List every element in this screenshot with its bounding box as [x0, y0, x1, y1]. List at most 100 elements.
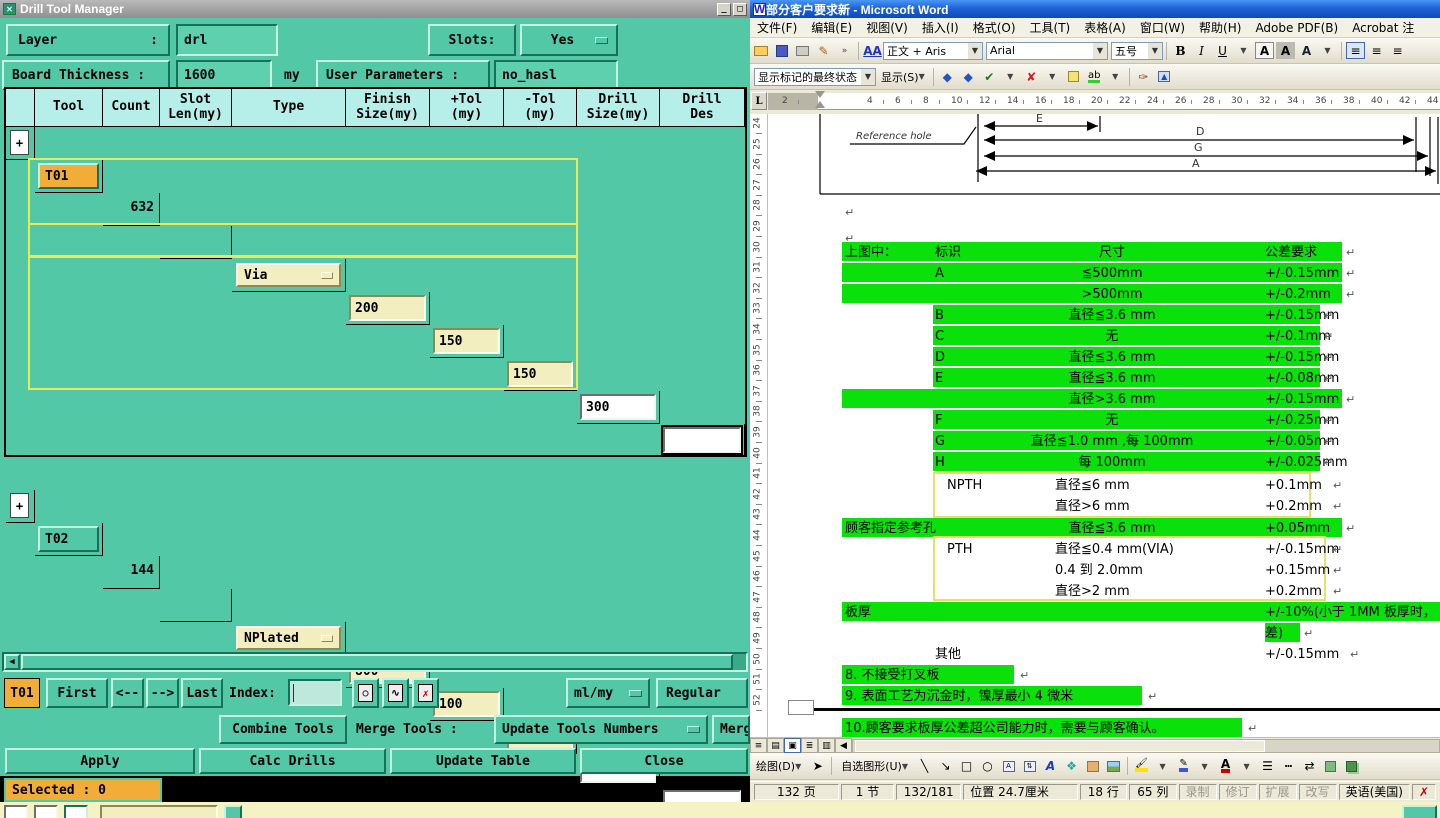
- next-button[interactable]: -->: [146, 678, 179, 708]
- fill-color-menu-icon[interactable]: ▼: [1153, 758, 1172, 775]
- character-scale-button[interactable]: A: [1297, 42, 1316, 59]
- menu-格式O[interactable]: 格式(O): [966, 17, 1023, 38]
- format-painter-icon[interactable]: ✎: [814, 42, 833, 59]
- strip-button-2[interactable]: [34, 805, 58, 818]
- slots-dropdown[interactable]: Yes: [520, 24, 618, 56]
- drill-size-input[interactable]: 300: [580, 394, 656, 420]
- web-layout-button[interactable]: ▤: [767, 738, 784, 753]
- merge-mode-dropdown[interactable]: Update Tools Numbers: [494, 715, 708, 744]
- threed-style-icon[interactable]: [1342, 758, 1361, 775]
- merge-extra-button[interactable]: Merg: [712, 715, 750, 744]
- normal-view-button[interactable]: ≡: [750, 738, 767, 753]
- row-select-icon[interactable]: +: [10, 130, 29, 155]
- horizontal-ruler[interactable]: 2 4 6 8 10 12 14 16 18 20 22 24 26 28 30 32 34 36 38 40 42 44: [768, 91, 1440, 110]
- word-hscroll-thumb[interactable]: [855, 739, 1266, 752]
- scroll-left-arrow-icon[interactable]: ◀: [4, 654, 20, 670]
- strip-button-4[interactable]: [224, 805, 242, 818]
- highlight-bulb-button[interactable]: ○: [352, 678, 379, 708]
- menu-帮助H[interactable]: 帮助(H): [1192, 17, 1248, 38]
- mode-dropdown[interactable]: Regular: [656, 678, 748, 708]
- character-border-button[interactable]: A: [1255, 42, 1274, 59]
- line-color-icon[interactable]: ✎: [1174, 758, 1193, 775]
- menu-Adobe PDFB[interactable]: Adobe PDF(B): [1248, 19, 1345, 37]
- strip-right-button[interactable]: [1402, 805, 1437, 818]
- menu-视图V[interactable]: 视图(V): [859, 17, 915, 38]
- arrow-style-icon[interactable]: ⇄: [1300, 758, 1319, 775]
- tool-button[interactable]: T01: [38, 163, 99, 189]
- scroll-left-arrow-icon[interactable]: ◀: [835, 738, 852, 753]
- reviewing-pane-icon[interactable]: ▲: [1155, 68, 1174, 85]
- menu-表格A[interactable]: 表格(A): [1077, 17, 1133, 38]
- type-dropdown[interactable]: NPlated: [236, 626, 341, 650]
- italic-button[interactable]: I: [1192, 42, 1211, 59]
- strip-input[interactable]: [100, 805, 218, 818]
- hanging-indent-marker[interactable]: [815, 101, 825, 108]
- prev-button[interactable]: <--: [111, 678, 144, 708]
- tol-input[interactable]: 100: [433, 691, 500, 717]
- autoshapes-menu[interactable]: 自选图形(U) ▼: [836, 758, 913, 775]
- line-style-icon[interactable]: ☰: [1258, 758, 1277, 775]
- strip-button-1[interactable]: [4, 805, 28, 818]
- next-change-icon[interactable]: ◆: [959, 68, 978, 85]
- dtm-hscroll-thumb[interactable]: [21, 654, 733, 670]
- menu-文件F[interactable]: 文件(F): [750, 17, 804, 38]
- first-button[interactable]: First: [46, 678, 108, 708]
- toolbar-overflow-icon[interactable]: »: [835, 42, 854, 59]
- insert-picture-icon[interactable]: [1104, 758, 1123, 775]
- word-hscrollbar[interactable]: [852, 738, 1440, 753]
- font-color-icon[interactable]: A: [1216, 758, 1235, 775]
- shadow-style-icon[interactable]: [1321, 758, 1340, 775]
- tool-button[interactable]: T02: [38, 526, 99, 552]
- type-dropdown[interactable]: Via: [236, 263, 341, 287]
- menu-Acrobat 注[interactable]: Acrobat 注: [1345, 17, 1421, 38]
- insert-comment-icon[interactable]: [1064, 68, 1083, 85]
- reject-change-icon[interactable]: ✘: [1022, 68, 1041, 85]
- wordart-icon[interactable]: A: [1041, 758, 1060, 775]
- board-thickness-input[interactable]: 1600: [176, 60, 272, 90]
- font-color-menu-icon[interactable]: ▼: [1237, 758, 1256, 775]
- reject-menu-icon[interactable]: ▼: [1043, 68, 1062, 85]
- dtm-titlebar[interactable]: ✕ Drill Tool Manager _ □: [0, 0, 750, 18]
- menu-工具T[interactable]: 工具(T): [1023, 17, 1078, 38]
- save-icon[interactable]: [772, 42, 791, 59]
- spellcheck-status-icon[interactable]: ✗: [1411, 784, 1436, 800]
- apply-button[interactable]: Apply: [5, 748, 195, 774]
- first-line-indent-marker[interactable]: [815, 91, 825, 98]
- font-combo[interactable]: Arial ▼: [986, 41, 1108, 60]
- combine-tools-button[interactable]: Combine Tools: [219, 715, 347, 744]
- show-menu[interactable]: 显示(S) ▼: [877, 68, 929, 85]
- menu-编辑E[interactable]: 编辑(E): [804, 17, 859, 38]
- layer-input[interactable]: drl: [176, 24, 278, 56]
- tol-input[interactable]: 150: [507, 361, 573, 387]
- drill-des-input[interactable]: [661, 425, 743, 455]
- maximize-button[interactable]: □: [733, 2, 747, 16]
- oval-icon[interactable]: ○: [978, 758, 997, 775]
- bold-button[interactable]: B: [1171, 42, 1190, 59]
- last-button[interactable]: Last: [181, 678, 223, 708]
- reading-view-button[interactable]: ▥: [818, 738, 835, 753]
- close-button[interactable]: Close: [580, 748, 748, 774]
- line-icon[interactable]: ╲: [915, 758, 934, 775]
- open-icon[interactable]: [751, 42, 770, 59]
- accept-change-icon[interactable]: ✔: [980, 68, 999, 85]
- units-dropdown[interactable]: ml/my: [566, 678, 650, 708]
- pan-button[interactable]: ∿: [382, 678, 409, 708]
- align-left-button[interactable]: ≡: [1346, 42, 1365, 59]
- draw-menu[interactable]: 绘图(D) ▼: [751, 758, 806, 775]
- highlight-menu-icon[interactable]: ▼: [1106, 68, 1125, 85]
- arrow-icon[interactable]: ↘: [936, 758, 955, 775]
- clear-button[interactable]: ✗: [412, 678, 439, 708]
- align-right-button[interactable]: ≡: [1388, 42, 1407, 59]
- menu-窗口W[interactable]: 窗口(W): [1133, 17, 1192, 38]
- underline-menu-icon[interactable]: ▼: [1234, 42, 1253, 59]
- calc-drills-button[interactable]: Calc Drills: [199, 748, 386, 774]
- word-titlebar[interactable]: W 部分客户要求新 - Microsoft Word: [750, 0, 1440, 18]
- index-input[interactable]: [288, 679, 342, 706]
- underline-button[interactable]: U: [1213, 42, 1232, 59]
- display-for-review-combo[interactable]: 显示标记的最终状态 ▼: [754, 67, 876, 86]
- line-color-menu-icon[interactable]: ▼: [1195, 758, 1214, 775]
- accept-menu-icon[interactable]: ▼: [1001, 68, 1020, 85]
- styles-pane-icon[interactable]: AA: [863, 42, 882, 59]
- strip-button-3[interactable]: [64, 805, 88, 818]
- previous-change-icon[interactable]: ◆: [938, 68, 957, 85]
